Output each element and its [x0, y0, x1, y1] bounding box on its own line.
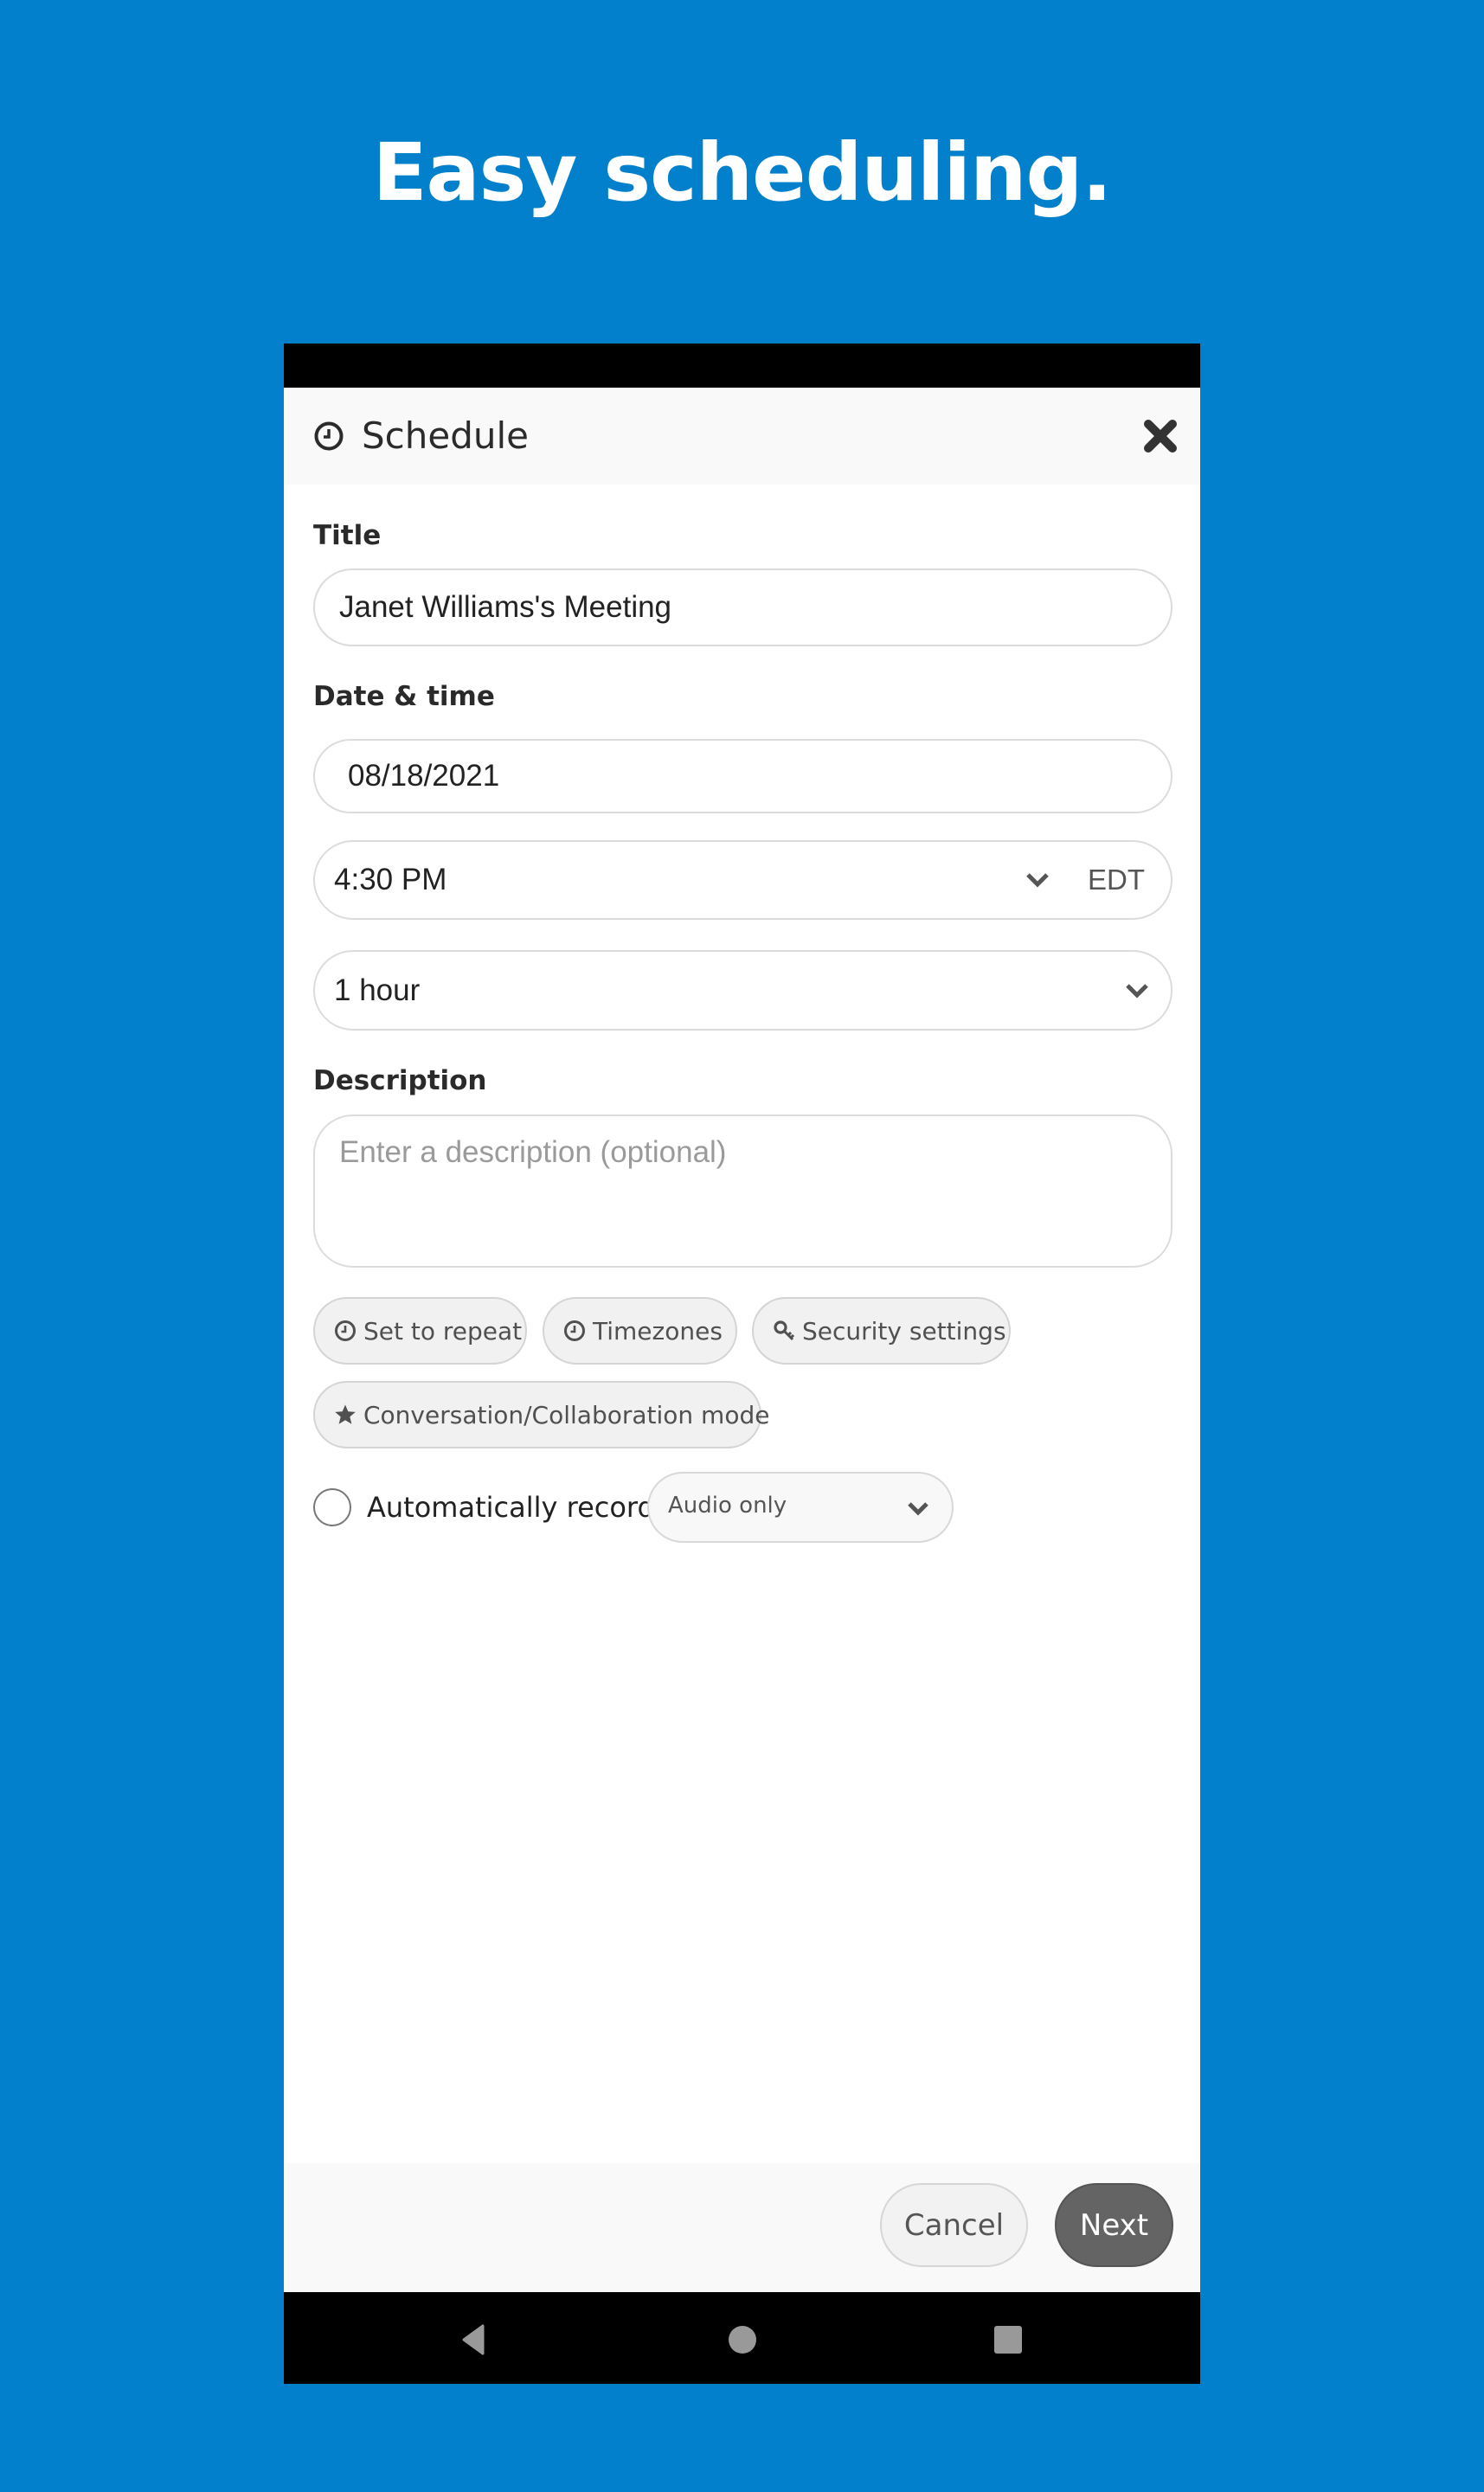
chevron-down-icon [1126, 983, 1148, 999]
chevron-down-icon [1026, 873, 1049, 888]
security-settings-label: Security settings [802, 1316, 1006, 1346]
star-icon [335, 1404, 356, 1424]
dialog-title: Schedule [362, 414, 529, 457]
datetime-label: Date & time [313, 681, 495, 712]
record-mode-select[interactable]: Audio only [647, 1472, 954, 1543]
title-input-value: Janet Williams's Meeting [339, 590, 672, 624]
clock-icon [335, 1320, 356, 1341]
key-icon [774, 1320, 795, 1341]
home-circle-icon[interactable] [725, 2322, 760, 2357]
set-to-repeat-button[interactable]: Set to repeat [313, 1297, 527, 1365]
chevron-down-icon [908, 1502, 928, 1516]
phone-screen: Schedule Title Janet Williams's Meeting … [284, 344, 1200, 2384]
status-bar [284, 344, 1200, 388]
set-to-repeat-label: Set to repeat [363, 1316, 523, 1346]
title-input[interactable]: Janet Williams's Meeting [313, 568, 1172, 646]
close-icon[interactable] [1141, 417, 1179, 455]
auto-record-label: Automatically record [367, 1491, 655, 1524]
security-settings-button[interactable]: Security settings [752, 1297, 1011, 1365]
headline: Easy scheduling. [372, 126, 1113, 219]
time-select[interactable]: 4:30 PM EDT [313, 840, 1172, 920]
dialog-footer: Cancel Next [284, 2163, 1200, 2292]
system-navigation-bar [284, 2292, 1200, 2384]
time-select-value: 4:30 PM [334, 863, 447, 896]
duration-select-value: 1 hour [334, 973, 421, 1007]
clock-icon [564, 1320, 585, 1341]
description-placeholder: Enter a description (optional) [339, 1135, 727, 1169]
timezones-button[interactable]: Timezones [543, 1297, 737, 1365]
title-label: Title [313, 520, 382, 551]
recents-square-icon[interactable] [991, 2322, 1025, 2357]
next-button[interactable]: Next [1055, 2183, 1173, 2267]
dialog-header: Schedule [284, 388, 1200, 485]
cancel-button[interactable]: Cancel [880, 2183, 1028, 2267]
back-triangle-icon[interactable] [457, 2322, 491, 2357]
clock-icon [313, 421, 344, 452]
record-mode-value: Audio only [668, 1493, 787, 1519]
duration-select[interactable]: 1 hour [313, 950, 1172, 1031]
description-input[interactable]: Enter a description (optional) [313, 1114, 1172, 1268]
timezones-label: Timezones [593, 1316, 723, 1346]
date-input-value: 08/18/2021 [348, 759, 500, 793]
date-input[interactable]: 08/18/2021 [313, 739, 1172, 813]
auto-record-radio[interactable] [313, 1488, 351, 1526]
timezone-label: EDT [1088, 864, 1145, 896]
description-label: Description [313, 1065, 487, 1096]
conversation-mode-button[interactable]: Conversation/Collaboration mode [313, 1381, 769, 1448]
conversation-mode-label: Conversation/Collaboration mode [363, 1400, 770, 1429]
